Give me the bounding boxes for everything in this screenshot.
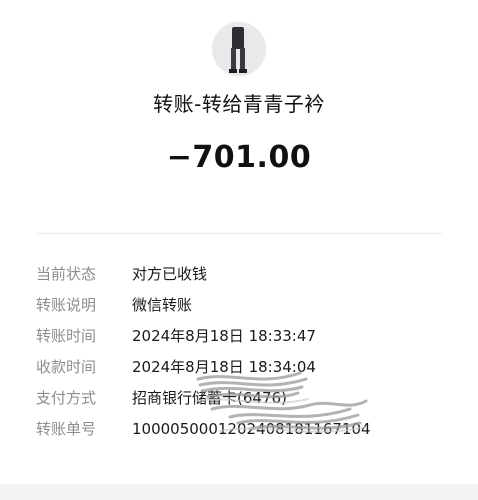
status-value: 对方已收钱	[132, 265, 208, 283]
payment-method-value: 招商银行储蓄卡(6476)	[132, 389, 287, 407]
divider	[36, 233, 442, 234]
detail-row-transaction-id: 转账单号 1000050001202408181167104	[36, 413, 466, 444]
transfer-title: 转账-转给青青子衿	[153, 92, 325, 116]
detail-row-payment-method: 支付方式 招商银行储蓄卡(6476)	[36, 382, 466, 413]
detail-row-status: 当前状态 对方已收钱	[36, 258, 466, 289]
detail-row-receive-time: 收款时间 2024年8月18日 18:34:04	[36, 351, 466, 382]
detail-row-transfer-time: 转账时间 2024年8月18日 18:33:47	[36, 320, 466, 351]
transaction-id-label: 转账单号	[36, 420, 97, 438]
transaction-id-value[interactable]: 1000050001202408181167104	[132, 420, 371, 438]
transfer-time-value: 2024年8月18日 18:33:47	[132, 327, 316, 345]
status-label: 当前状态	[36, 265, 97, 283]
transfer-amount: −701.00	[166, 140, 312, 175]
note-label: 转账说明	[36, 296, 97, 314]
avatar[interactable]	[212, 22, 266, 76]
note-value: 微信转账	[132, 296, 193, 314]
receive-time-value: 2024年8月18日 18:34:04	[132, 358, 316, 376]
transfer-details: 当前状态 对方已收钱 转账说明 微信转账 转账时间 2024年8月18日 18:…	[36, 258, 466, 444]
receive-time-label: 收款时间	[36, 358, 97, 376]
detail-row-note: 转账说明 微信转账	[36, 289, 466, 320]
bottom-bar	[0, 484, 478, 500]
payment-method-label: 支付方式	[36, 389, 97, 407]
avatar-image	[212, 22, 266, 76]
transfer-time-label: 转账时间	[36, 327, 97, 345]
